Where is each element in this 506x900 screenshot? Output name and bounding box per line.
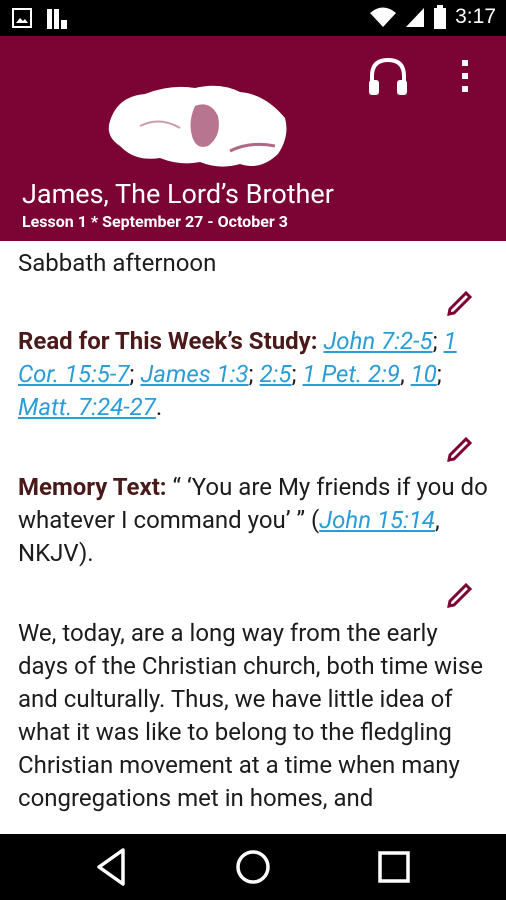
back-icon[interactable]	[87, 844, 137, 890]
pencil-icon[interactable]	[444, 285, 476, 317]
navigation-bar	[0, 834, 506, 900]
lesson-subtitle: Lesson 1 * September 27 - October 3	[22, 212, 288, 231]
ref-link[interactable]: 10	[411, 360, 437, 388]
headphones-icon[interactable]	[366, 54, 410, 98]
ref-link[interactable]: James 1:3	[140, 360, 248, 388]
ref-link[interactable]: 1 Pet. 2:9	[303, 360, 400, 388]
read-paragraph: Read for This Week’s Study: John 7:2-5; …	[18, 327, 457, 421]
lesson-logo	[108, 85, 287, 167]
image-icon	[12, 8, 32, 28]
wifi-icon	[370, 7, 397, 27]
memory-label: Memory Text:	[18, 473, 167, 501]
home-icon[interactable]	[228, 844, 278, 890]
section-heading: Sabbath afternoon	[18, 249, 217, 277]
recents-icon[interactable]	[369, 844, 419, 890]
signal-icon	[406, 8, 425, 27]
ref-link[interactable]: 2:5	[260, 360, 292, 388]
lesson-content: Sabbath afternoon Read for This Week’s S…	[0, 241, 506, 834]
status-time: 3:17	[455, 5, 496, 28]
app-notification-icon	[47, 9, 67, 29]
read-label: Read for This Week’s Study:	[18, 327, 318, 355]
status-bar: 3:17	[0, 0, 506, 36]
more-vert-icon[interactable]	[457, 58, 473, 94]
ref-link[interactable]: Matt. 7:24-27	[18, 393, 156, 421]
memory-ref-link[interactable]: John 15:14	[319, 506, 435, 534]
memory-paragraph: Memory Text: “ ‘You are My friends if yo…	[18, 471, 488, 570]
battery-icon	[434, 5, 447, 29]
body-paragraph: We, today, are a long way from the early…	[18, 619, 483, 812]
ref-link[interactable]: John 7:2-5	[323, 327, 432, 355]
app-bar: James, The Lord’s Brother Lesson 1 * Sep…	[0, 36, 506, 241]
lesson-title: James, The Lord’s Brother	[22, 178, 334, 210]
pencil-icon[interactable]	[444, 431, 476, 463]
pencil-icon[interactable]	[444, 577, 476, 609]
